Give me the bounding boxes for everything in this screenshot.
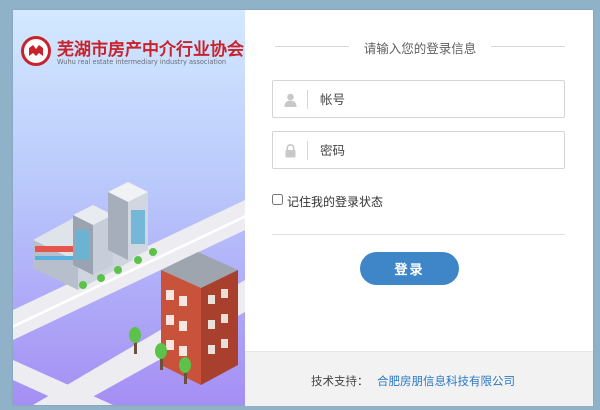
form-divider — [272, 234, 565, 235]
password-separator — [307, 141, 308, 160]
username-input[interactable] — [320, 87, 555, 111]
illustration-panel: 芜湖市房产中介行业协会 Wuhu real estate intermediar… — [13, 10, 245, 405]
user-icon — [284, 92, 297, 111]
remember-me-label[interactable]: 记住我的登录状态 — [287, 193, 383, 210]
login-card: 芜湖市房产中介行业协会 Wuhu real estate intermediar… — [13, 10, 593, 406]
footer: 技术支持： 合肥房朋信息科技有限公司 — [245, 351, 593, 406]
brand-name: 芜湖市房产中介行业协会 — [57, 40, 244, 60]
form-heading: 请输入您的登录信息 — [363, 41, 477, 56]
lock-icon — [284, 143, 297, 162]
association-logo-icon — [21, 36, 51, 66]
password-field[interactable] — [272, 131, 565, 169]
login-form-panel: 请输入您的登录信息 记 — [245, 10, 593, 406]
support-label: 技术支持： — [311, 374, 369, 388]
username-separator — [307, 90, 308, 109]
login-button[interactable]: 登录 — [360, 252, 459, 285]
form-header: 请输入您的登录信息 — [275, 36, 565, 56]
password-input[interactable] — [320, 138, 555, 162]
remember-me-checkbox[interactable] — [272, 194, 283, 205]
support-org-link[interactable]: 合肥房朋信息科技有限公司 — [377, 373, 515, 389]
brand-name-english: Wuhu real estate intermediary industry a… — [57, 58, 227, 66]
brand-header: 芜湖市房产中介行业协会 Wuhu real estate intermediar… — [21, 36, 244, 76]
city-illustration — [13, 182, 245, 405]
username-field[interactable] — [272, 80, 565, 118]
header-divider-right — [491, 46, 565, 47]
